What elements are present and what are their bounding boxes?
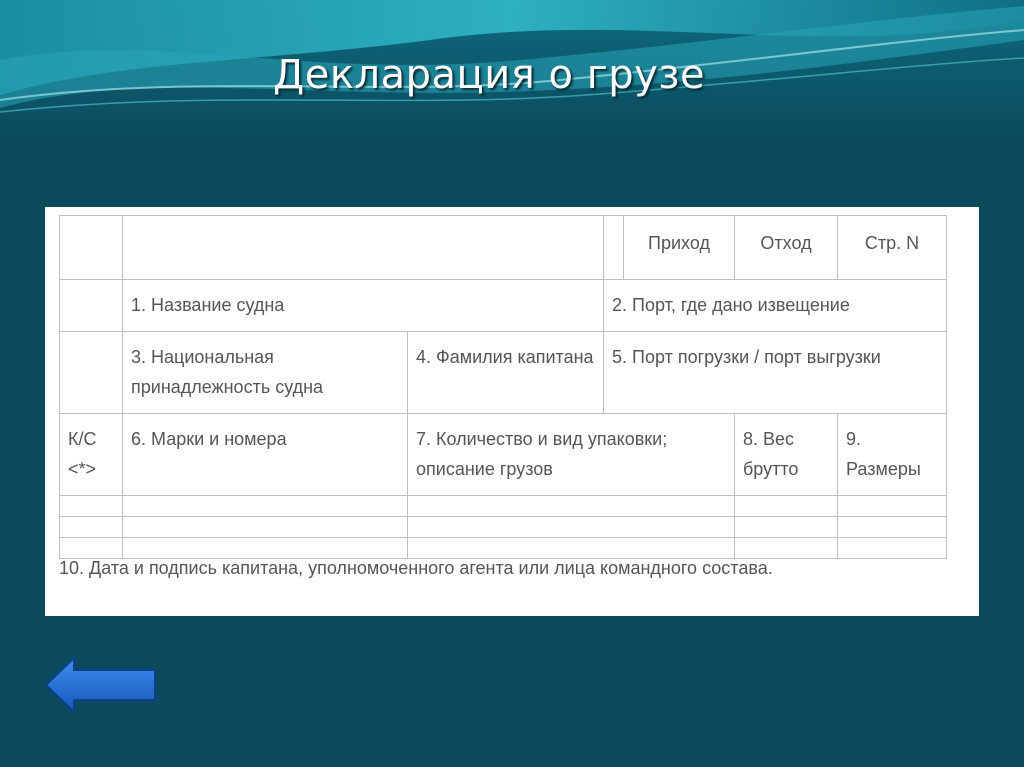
blank-cell <box>734 537 838 559</box>
field-5-ports: 5. Порт погрузки / порт выгрузки <box>603 331 947 414</box>
blank-cell <box>407 537 735 559</box>
blank-cell <box>59 516 123 538</box>
blank-cell <box>59 537 123 559</box>
blank-cell <box>407 495 735 517</box>
top-narrow-cell <box>603 215 624 280</box>
field-7-packages: 7. Количество и вид упаковки; описание г… <box>407 413 735 496</box>
blank-cell <box>59 495 123 517</box>
blank-cell <box>837 537 947 559</box>
departure-cell: Отход <box>734 215 838 280</box>
form-table: Приход Отход Стр. N 1. Название судна 2.… <box>59 215 947 559</box>
left-arrow-icon[interactable] <box>44 656 158 714</box>
blank-cell <box>734 495 838 517</box>
blank-cell <box>122 495 408 517</box>
left-blank-cell <box>59 279 123 332</box>
top-blank-cell <box>122 215 604 280</box>
blank-cell <box>407 516 735 538</box>
blank-cell <box>122 537 408 559</box>
blank-cell <box>122 516 408 538</box>
kc-cell: К/С <*> <box>59 413 123 496</box>
blank-cell <box>837 495 947 517</box>
field-1-ship-name: 1. Название судна <box>122 279 604 332</box>
corner-cell <box>59 215 123 280</box>
field-9-measurement: 9. Размеры <box>837 413 947 496</box>
field-2-report-port: 2. Порт, где дано извещение <box>603 279 947 332</box>
arrival-cell: Приход <box>623 215 735 280</box>
field-3-nationality: 3. Национальная принадлежность судна <box>122 331 408 414</box>
field-4-master-name: 4. Фамилия капитана <box>407 331 604 414</box>
page-number-cell: Стр. N <box>837 215 947 280</box>
field-6-marks: 6. Марки и номера <box>122 413 408 496</box>
blank-cell <box>734 516 838 538</box>
left-blank-cell <box>59 331 123 414</box>
slide-title: Декларация о грузе <box>273 52 706 98</box>
field-10-signature-note: 10. Дата и подпись капитана, уполномочен… <box>59 558 773 578</box>
cargo-declaration-form: Приход Отход Стр. N 1. Название судна 2.… <box>45 207 979 616</box>
blank-cell <box>837 516 947 538</box>
field-8-gross-weight: 8. Вес брутто <box>734 413 838 496</box>
